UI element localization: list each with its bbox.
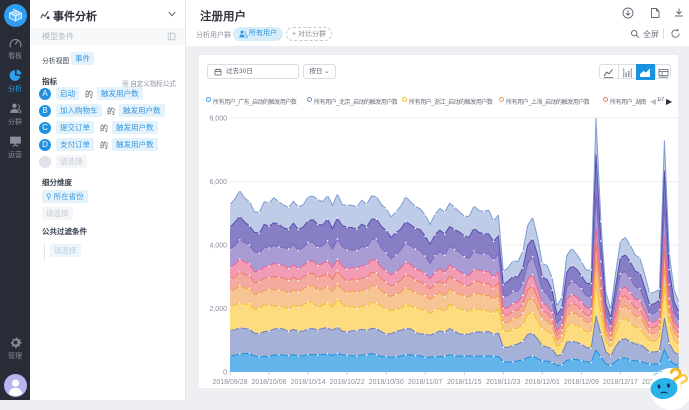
svg-text:2018/11/23: 2018/11/23 [486, 379, 521, 386]
svg-text:2018/11/07: 2018/11/07 [408, 379, 443, 386]
svg-text:2018/10/22: 2018/10/22 [330, 379, 365, 386]
svg-text:2018/10/30: 2018/10/30 [369, 379, 404, 386]
svg-text:2018/10/14: 2018/10/14 [291, 379, 326, 386]
svg-text:2018/09/28: 2018/09/28 [212, 379, 247, 386]
svg-text:2,000: 2,000 [209, 306, 227, 313]
svg-text:2018/10/06: 2018/10/06 [251, 379, 286, 386]
svg-text:2018/12/17: 2018/12/17 [603, 379, 638, 386]
svg-text:6,000: 6,000 [209, 179, 227, 186]
svg-text:4,000: 4,000 [209, 243, 227, 250]
svg-text:2018/12/01: 2018/12/01 [525, 379, 560, 386]
svg-text:2018/12/09: 2018/12/09 [564, 379, 599, 386]
svg-text:0: 0 [223, 370, 227, 377]
svg-text:8,000: 8,000 [209, 116, 227, 123]
svg-text:2018/11/15: 2018/11/15 [447, 379, 482, 386]
